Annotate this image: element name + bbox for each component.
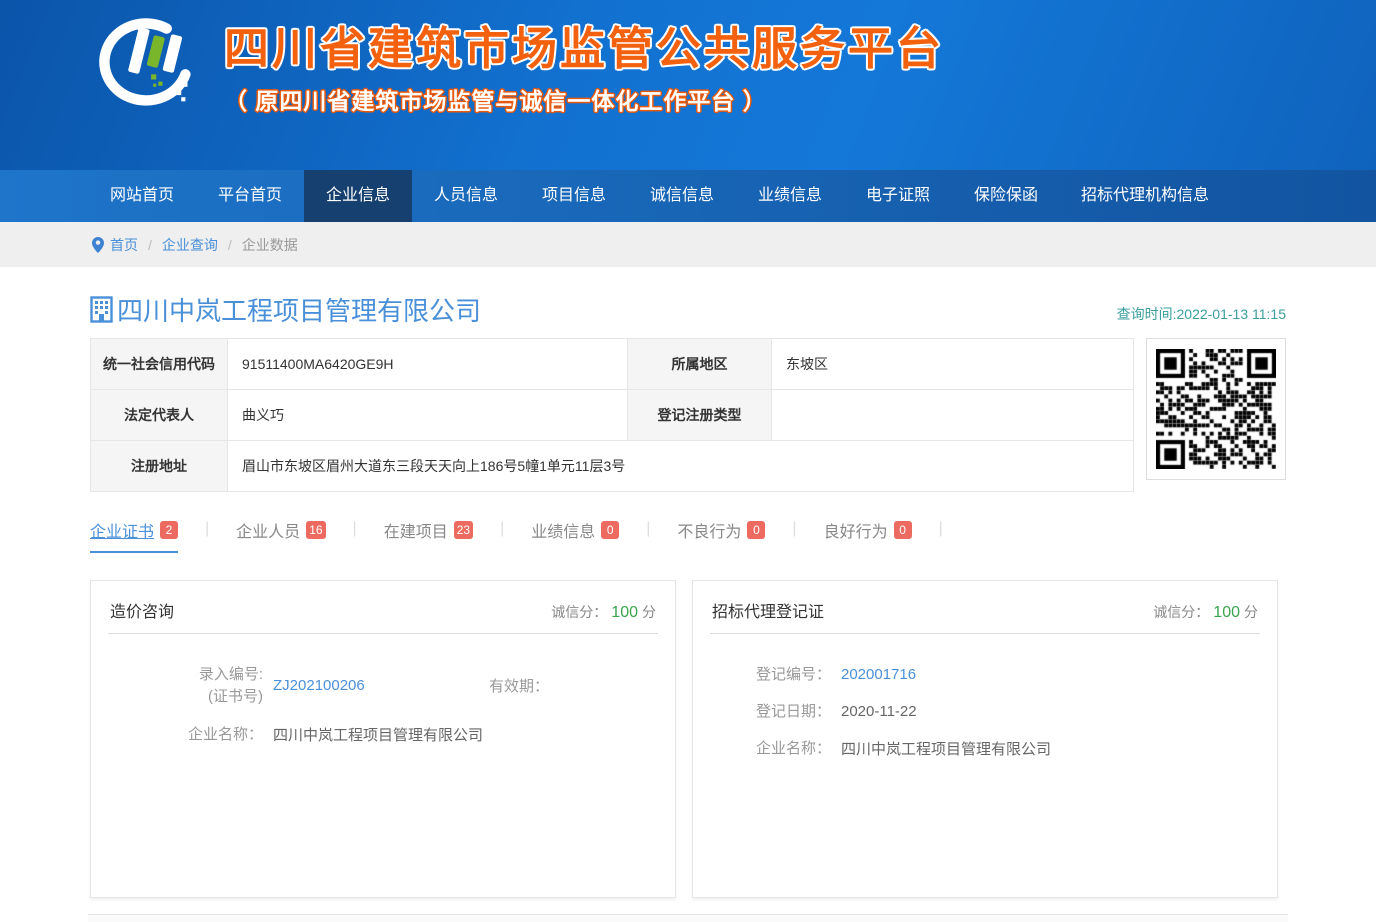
info-label: 所属地区	[628, 339, 772, 390]
info-label: 登记注册类型	[628, 390, 772, 441]
enterprise-name-value: 四川中岚工程项目管理有限公司	[273, 724, 483, 745]
integrity-score: 诚信分：100分	[1153, 602, 1258, 622]
info-label: 统一社会信用代码	[91, 339, 228, 390]
company-name-text: 四川中岚工程项目管理有限公司	[117, 291, 481, 328]
score-value: 100	[1213, 604, 1240, 621]
company-name-heading: 四川中岚工程项目管理有限公司	[90, 291, 481, 328]
breadcrumb: 首页 / 企业查询 / 企业数据	[88, 222, 1288, 267]
registration-date-value: 2020-11-22	[841, 703, 917, 720]
platform-logo-icon	[90, 14, 208, 118]
site-header: 四川省建筑市场监管公共服务平台 （ 原四川省建筑市场监管与诚信一体化工作平台 ）	[0, 0, 1376, 170]
count-badge: 0	[601, 521, 619, 539]
validity-period-label: 有效期：	[489, 675, 549, 696]
card-cost-consulting: 造价咨询 诚信分：100分 录入编号: (证书号) ZJ202100206 有效…	[90, 580, 676, 898]
nav-item-insurance-guarantee[interactable]: 保险保函	[952, 170, 1060, 222]
enterprise-name-value: 四川中岚工程项目管理有限公司	[841, 738, 1051, 759]
registration-type-value	[772, 390, 1134, 441]
tab-good-behavior[interactable]: 良好行为 0	[824, 518, 912, 551]
tab-enterprise-personnel[interactable]: 企业人员 16	[236, 518, 325, 551]
nav-item-e-certificate[interactable]: 电子证照	[844, 170, 952, 222]
site-title: 四川省建筑市场监管公共服务平台	[224, 24, 944, 74]
card-bidding-agency-certificate: 招标代理登记证 诚信分：100分 登记编号： 202001716 登记日期： 2…	[692, 580, 1278, 898]
breadcrumb-enterprise-search-link[interactable]: 企业查询	[162, 235, 218, 255]
credit-code-value: 91511400MA6420GE9H	[228, 339, 628, 390]
nav-item-project-info[interactable]: 项目信息	[520, 170, 628, 222]
tab-separator: |	[500, 518, 504, 540]
breadcrumb-bar: 首页 / 企业查询 / 企业数据	[0, 222, 1376, 267]
breadcrumb-home-link[interactable]: 首页	[110, 235, 138, 255]
location-pin-icon	[92, 237, 104, 253]
tab-separator: |	[939, 518, 943, 540]
registration-number-link[interactable]: 202001716	[841, 666, 916, 683]
score-value: 100	[611, 604, 638, 621]
company-info-table: 统一社会信用代码 91511400MA6420GE9H 所属地区 东坡区 法定代…	[90, 338, 1134, 492]
legal-representative-value: 曲义巧	[228, 390, 628, 441]
registration-date-label: 登记日期：	[713, 701, 831, 723]
table-row: 注册地址 眉山市东坡区眉州大道东三段天天向上186号5幢1单元11层3号	[91, 441, 1134, 492]
count-badge: 0	[747, 521, 765, 539]
query-time: 查询时间:2022-01-13 11:15	[1117, 304, 1286, 328]
breadcrumb-separator: /	[228, 237, 232, 253]
tab-separator: |	[353, 518, 357, 540]
count-badge: 2	[160, 521, 178, 539]
tab-performance-info[interactable]: 业绩信息 0	[531, 518, 619, 551]
tab-separator: |	[205, 518, 209, 540]
integrity-score: 诚信分：100分	[551, 602, 656, 622]
registered-address-value: 眉山市东坡区眉州大道东三段天天向上186号5幢1单元11层3号	[228, 441, 1134, 492]
card-title: 造价咨询	[110, 598, 174, 622]
nav-item-website-home[interactable]: 网站首页	[88, 170, 196, 222]
nav-item-enterprise-info[interactable]: 企业信息	[304, 170, 412, 222]
nav-item-performance-info[interactable]: 业绩信息	[736, 170, 844, 222]
nav-item-personnel-info[interactable]: 人员信息	[412, 170, 520, 222]
count-badge: 16	[306, 521, 325, 539]
tab-enterprise-certificates[interactable]: 企业证书 2	[90, 518, 178, 553]
tab-projects-under-construction[interactable]: 在建项目 23	[384, 518, 473, 551]
info-label: 注册地址	[91, 441, 228, 492]
registration-number-label: 登记编号：	[713, 664, 831, 686]
nav-item-platform-home[interactable]: 平台首页	[196, 170, 304, 222]
certificate-number-link[interactable]: ZJ202100206	[273, 677, 423, 694]
tab-bad-behavior[interactable]: 不良行为 0	[677, 518, 765, 551]
nav-item-integrity-info[interactable]: 诚信信息	[628, 170, 736, 222]
table-row: 法定代表人 曲义巧 登记注册类型	[91, 390, 1134, 441]
enterprise-name-label: 企业名称：	[713, 738, 831, 760]
enterprise-name-label: 企业名称：	[111, 724, 263, 746]
site-subtitle: （ 原四川省建筑市场监管与诚信一体化工作平台 ）	[224, 82, 944, 116]
region-value: 东坡区	[772, 339, 1134, 390]
page-footer-divider	[88, 914, 1288, 922]
count-badge: 23	[454, 521, 473, 539]
info-label: 法定代表人	[91, 390, 228, 441]
table-row: 统一社会信用代码 91511400MA6420GE9H 所属地区 东坡区	[91, 339, 1134, 390]
count-badge: 0	[894, 521, 912, 539]
nav-item-bidding-agency-info[interactable]: 招标代理机构信息	[1060, 170, 1230, 222]
building-icon	[90, 296, 113, 323]
breadcrumb-separator: /	[148, 237, 152, 253]
qr-code	[1146, 338, 1286, 480]
entry-number-label: 录入编号: (证书号)	[111, 664, 263, 708]
main-nav: 网站首页 平台首页 企业信息 人员信息 项目信息 诚信信息 业绩信息 电子证照 …	[0, 170, 1376, 222]
tab-separator: |	[646, 518, 650, 540]
breadcrumb-current: 企业数据	[242, 235, 298, 255]
card-title: 招标代理登记证	[712, 598, 824, 622]
detail-tabs: 企业证书 2 | 企业人员 16 | 在建项目 23 | 业绩信息 0 | 不良…	[90, 518, 1288, 553]
tab-separator: |	[792, 518, 796, 540]
main-content: 四川中岚工程项目管理有限公司 查询时间:2022-01-13 11:15 统一社…	[88, 267, 1288, 922]
